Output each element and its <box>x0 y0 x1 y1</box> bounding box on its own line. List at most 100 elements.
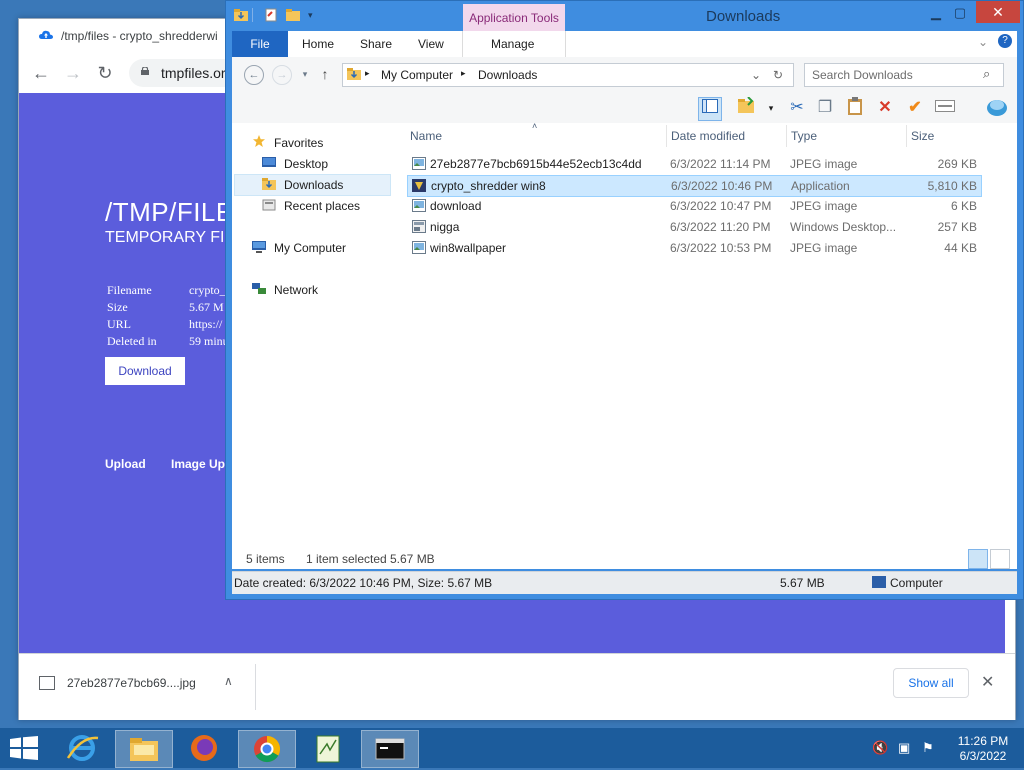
search-input[interactable]: Search Downloads ⌕ <box>804 63 1004 87</box>
refresh-icon[interactable]: ↻ <box>773 68 783 82</box>
chevron-down-icon[interactable]: ▾ <box>760 97 782 119</box>
file-type: Application <box>791 179 850 193</box>
column-divider[interactable] <box>786 125 787 147</box>
file-row-selected[interactable]: crypto_shredder win8 6/3/2022 10:46 PM A… <box>407 175 982 197</box>
column-header-date[interactable]: Date modified <box>671 129 745 143</box>
preview-pane-icon[interactable] <box>698 97 722 121</box>
file-row[interactable]: 27eb2877e7bcb6915b44e52ecb13c4dd 6/3/202… <box>408 154 981 174</box>
page-heading: /TMP/FILE <box>105 197 234 227</box>
chevron-right-icon[interactable]: ▸ <box>461 68 466 79</box>
file-type: JPEG image <box>790 157 858 171</box>
column-header-size[interactable]: Size <box>911 129 934 143</box>
nav-favorites[interactable]: Favorites <box>274 136 323 150</box>
tab-share[interactable]: Share <box>360 37 392 51</box>
start-button[interactable] <box>10 736 38 760</box>
column-divider[interactable] <box>906 125 907 147</box>
nav-network[interactable]: Network <box>274 283 318 297</box>
action-center-icon[interactable]: ⚑ <box>922 740 934 756</box>
new-folder-icon[interactable] <box>286 8 300 22</box>
help-icon[interactable]: ? <box>998 34 1012 48</box>
cut-icon[interactable]: ✂ <box>786 97 808 119</box>
back-icon[interactable]: ← <box>244 65 264 85</box>
file-explorer-icon[interactable] <box>115 730 173 768</box>
star-icon <box>253 135 265 147</box>
search-icon[interactable]: ⌕ <box>983 66 990 82</box>
back-icon[interactable]: ← <box>29 61 53 85</box>
file-row[interactable]: nigga 6/3/2022 11:20 PM Windows Desktop.… <box>408 217 981 237</box>
show-all-button[interactable]: Show all <box>893 668 969 698</box>
file-row[interactable]: download 6/3/2022 10:47 PM JPEG image 6 … <box>408 196 981 216</box>
recent-locations-icon[interactable]: ▾ <box>296 65 314 83</box>
breadcrumb-my-computer[interactable]: My Computer <box>381 68 453 82</box>
meta-value-url[interactable]: https:// <box>189 317 222 332</box>
move-to-icon[interactable] <box>736 96 758 119</box>
divider <box>252 8 253 22</box>
meta-label-deleted: Deleted in <box>107 334 157 348</box>
up-icon[interactable]: ↑ <box>316 65 334 83</box>
rename-check-icon[interactable]: ✔ <box>904 97 926 119</box>
large-icons-view-icon[interactable] <box>990 549 1010 569</box>
url-text: tmpfiles.or <box>161 65 226 81</box>
nav-downloads[interactable]: Downloads <box>284 178 343 192</box>
maximize-icon[interactable]: ▢ <box>948 3 972 23</box>
download-button[interactable]: Download <box>105 357 185 385</box>
reload-icon[interactable]: ↻ <box>93 61 117 85</box>
breadcrumb-downloads[interactable]: Downloads <box>478 68 537 82</box>
expand-ribbon-icon[interactable]: ⌄ <box>978 35 988 49</box>
tab-file[interactable]: File <box>232 31 288 57</box>
copy-icon[interactable]: ❐ <box>814 97 836 119</box>
file-date: 6/3/2022 10:53 PM <box>670 241 772 255</box>
column-header-type[interactable]: Type <box>791 129 817 143</box>
column-divider[interactable] <box>666 125 667 147</box>
network-icon <box>252 283 266 294</box>
internet-explorer-icon[interactable] <box>54 730 110 766</box>
notepad-icon[interactable] <box>300 730 356 766</box>
meta-value-filename: crypto_ <box>189 283 226 297</box>
paste-icon[interactable] <box>844 97 866 119</box>
minimize-icon[interactable]: ▁ <box>924 3 948 23</box>
browser-tab[interactable]: /tmp/files - crypto_shredderwi <box>19 19 229 54</box>
explorer-window: ▾ Application Tools Downloads ▁ ▢ ✕ File… <box>225 0 1024 600</box>
chevron-down-icon[interactable]: ⌄ <box>751 68 761 82</box>
nav-desktop[interactable]: Desktop <box>284 157 328 171</box>
address-row: ← → ▾ ↑ ▸ My Computer ▸ Downloads ⌄ ↻ Se… <box>232 57 1017 93</box>
firefox-icon[interactable] <box>176 730 232 766</box>
forward-icon[interactable]: → <box>61 61 85 85</box>
sort-up-icon: ˄ <box>532 121 538 131</box>
chrome-icon[interactable] <box>238 730 296 768</box>
upload-link[interactable]: Upload <box>105 457 146 471</box>
details-view-icon[interactable] <box>968 549 988 569</box>
forward-icon[interactable]: → <box>272 65 292 85</box>
nav-my-computer[interactable]: My Computer <box>274 241 346 255</box>
item-count: 5 items <box>246 552 285 566</box>
meta-label-size: Size <box>107 300 128 314</box>
column-header-name[interactable]: Name <box>410 129 442 143</box>
image-upload-link[interactable]: Image Upl <box>171 457 228 471</box>
taskbar-clock[interactable]: 11:26 PM 6/3/2022 <box>950 734 1016 764</box>
delete-icon[interactable]: ✕ <box>874 97 896 119</box>
chevron-up-icon[interactable]: ∧ <box>224 674 233 688</box>
command-prompt-icon[interactable] <box>361 730 419 768</box>
meta-label-filename: Filename <box>107 283 152 297</box>
file-type: JPEG image <box>790 241 858 255</box>
address-bar[interactable]: ▸ My Computer ▸ Downloads ⌄ ↻ <box>342 63 794 87</box>
volume-muted-icon[interactable]: 🔇 <box>872 740 888 756</box>
tab-view[interactable]: View <box>418 37 444 51</box>
download-file-name[interactable]: 27eb2877e7bcb69....jpg <box>67 676 196 690</box>
folder-download-icon[interactable] <box>234 8 248 22</box>
nav-recent-places[interactable]: Recent places <box>284 199 360 213</box>
tab-manage[interactable]: Manage <box>491 37 534 51</box>
network-tray-icon[interactable]: ▣ <box>898 740 910 756</box>
title-bar[interactable]: ▾ Application Tools Downloads ▁ ▢ ✕ <box>226 1 1023 32</box>
cloud-upload-icon <box>39 30 53 39</box>
customize-qat-icon[interactable]: ▾ <box>308 8 322 22</box>
chevron-right-icon[interactable]: ▸ <box>365 68 370 79</box>
tab-home[interactable]: Home <box>302 37 334 51</box>
properties-icon[interactable] <box>934 97 956 119</box>
file-row[interactable]: win8wallpaper 6/3/2022 10:53 PM JPEG ima… <box>408 238 981 258</box>
globe-icon[interactable] <box>986 97 1008 119</box>
properties-icon[interactable] <box>264 8 278 22</box>
file-date: 6/3/2022 10:47 PM <box>670 199 772 213</box>
close-window-button[interactable]: ✕ <box>976 1 1020 23</box>
close-icon[interactable]: ✕ <box>981 672 994 692</box>
